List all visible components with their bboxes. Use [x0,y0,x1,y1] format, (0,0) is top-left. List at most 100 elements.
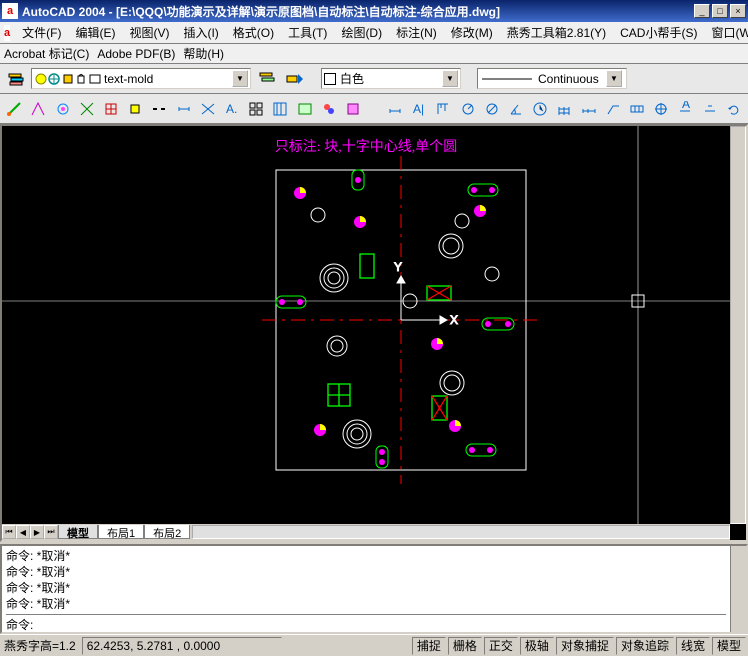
tool-icon-10[interactable]: A. [222,97,242,120]
menu-draw[interactable]: 绘图(D) [335,22,388,43]
layers-toolbar: text-mold ▼ 白色 ▼ Continuous ▼ [0,64,748,94]
tab-model[interactable]: 模型 [58,525,98,539]
dim-radius-icon[interactable] [458,97,478,120]
command-scrollbar[interactable] [730,546,746,632]
drawing-canvas[interactable]: 只标注: 块,十字中心线,单个圆 X Y [2,126,730,524]
menubar2: Acrobat 标记(C) Adobe PDF(B) 帮助(H) [0,44,748,64]
vertical-scrollbar[interactable] [730,126,746,524]
dim-continue-icon[interactable] [579,97,599,120]
color-swatch [324,73,336,85]
command-history-line: 命令: *取消* [6,564,726,580]
status-fontheight: 燕秀字高=1.2 [0,637,80,655]
dim-diameter-icon[interactable] [482,97,502,120]
dim-baseline-icon[interactable] [554,97,574,120]
menu-edit[interactable]: 编辑(E) [69,22,121,43]
linetype-label: Continuous [538,72,599,86]
maximize-button[interactable]: □ [712,4,728,18]
leader-icon[interactable] [603,97,623,120]
tab-layout1[interactable]: 布局1 [98,525,144,539]
menu-help[interactable]: 帮助(H) [183,45,224,62]
toggle-ortho[interactable]: 正交 [484,637,518,655]
layer-combo[interactable]: text-mold ▼ [31,68,251,89]
menu-view[interactable]: 视图(V) [123,22,175,43]
menu-format[interactable]: 格式(O) [227,22,280,43]
menubar: a 文件(F) 编辑(E) 视图(V) 插入(I) 格式(O) 工具(T) 绘图… [0,22,748,44]
tabs-and-hscroll: ⏮ ◀ ▶ ⏭ 模型 布局1 布局2 [2,524,730,540]
dim-ordinate-icon[interactable] [433,97,453,120]
status-coords[interactable]: 62.4253, 5.2781 , 0.0000 [82,637,282,655]
dim-update-icon[interactable] [724,97,744,120]
tolerance-icon[interactable] [627,97,647,120]
tool-icon-13[interactable] [294,97,314,120]
dim-angular-icon[interactable] [506,97,526,120]
svg-text:A|: A| [413,102,424,116]
dim-linear-icon[interactable] [385,97,405,120]
toggle-model[interactable]: 模型 [712,637,746,655]
doc-icon: a [4,25,10,41]
tool-icon-4[interactable] [77,97,97,120]
menu-acrobat[interactable]: Acrobat 标记(C) [4,45,89,62]
minimize-button[interactable]: _ [694,4,710,18]
tool-icon-8[interactable] [173,97,193,120]
tool-icon-5[interactable] [101,97,121,120]
menu-yanxiu[interactable]: 燕秀工具箱2.81(Y) [501,22,612,43]
menu-modify[interactable]: 修改(M) [445,22,499,43]
command-window: 命令: *取消* 命令: *取消* 命令: *取消* 命令: *取消* 命令: [0,544,748,634]
layer-states-button[interactable] [255,67,278,90]
drawing-svg: X Y [2,126,730,524]
toggle-otrack[interactable]: 对象追踪 [616,637,674,655]
toggle-lwt[interactable]: 线宽 [676,637,710,655]
center-mark-icon[interactable] [651,97,671,120]
tab-nav-next[interactable]: ▶ [30,525,44,539]
linetype-combo[interactable]: Continuous ▼ [477,68,627,89]
tool-icon-1[interactable] [4,97,24,120]
tool-icon-14[interactable] [319,97,339,120]
tool-icon-6[interactable] [125,97,145,120]
layer-previous-button[interactable] [282,67,305,90]
menu-dimension[interactable]: 标注(N) [390,22,443,43]
layer-name: text-mold [104,72,153,86]
horizontal-scrollbar[interactable] [192,525,730,539]
tab-nav-first[interactable]: ⏮ [2,525,16,539]
dim-aligned-icon[interactable]: A| [409,97,429,120]
tool-icon-11[interactable] [246,97,266,120]
menu-window[interactable]: 窗口(W) [705,22,748,43]
layer-dropdown-arrow[interactable]: ▼ [232,70,248,87]
menu-file[interactable]: 文件(F) [16,22,67,43]
tab-nav-prev[interactable]: ◀ [16,525,30,539]
command-history-line: 命令: *取消* [6,548,726,564]
linetype-dropdown-arrow[interactable]: ▼ [606,70,622,87]
toggle-polar[interactable]: 极轴 [520,637,554,655]
tab-layout2[interactable]: 布局2 [144,525,190,539]
command-prompt[interactable]: 命令: [6,614,726,632]
svg-text:A: A [682,101,690,111]
dim-quick-icon[interactable] [530,97,550,120]
menu-cadhelper[interactable]: CAD小帮手(S) [614,22,703,43]
svg-text:X: X [450,313,458,327]
toggle-snap[interactable]: 捕捉 [412,637,446,655]
menu-adobepdf[interactable]: Adobe PDF(B) [97,47,175,61]
tool-icon-7[interactable] [149,97,169,120]
titlebar: a AutoCAD 2004 - [E:\QQQ\功能演示及详解\演示原图档\自… [0,0,748,22]
color-combo[interactable]: 白色 ▼ [321,68,461,89]
command-history-line: 命令: *取消* [6,580,726,596]
dim-edit-icon[interactable]: A [675,97,695,120]
tool-icon-3[interactable] [52,97,72,120]
tool-icon-12[interactable] [270,97,290,120]
color-dropdown-arrow[interactable]: ▼ [442,70,458,87]
app-icon: a [2,3,18,19]
menu-insert[interactable]: 插入(I) [177,22,224,43]
tab-nav-last[interactable]: ⏭ [44,525,58,539]
close-button[interactable]: × [730,4,746,18]
svg-text:A.: A. [226,102,237,116]
tool-icon-2[interactable] [28,97,48,120]
toggle-grid[interactable]: 栅格 [448,637,482,655]
toggle-osnap[interactable]: 对象捕捉 [556,637,614,655]
tool-icon-9[interactable] [198,97,218,120]
command-text[interactable]: 命令: *取消* 命令: *取消* 命令: *取消* 命令: *取消* 命令: [2,546,730,632]
layer-manager-button[interactable] [4,67,27,90]
tool-icon-15[interactable] [343,97,363,120]
dim-tedit-icon[interactable] [700,97,720,120]
menu-tools[interactable]: 工具(T) [282,22,333,43]
layer-status-icons [34,71,104,87]
